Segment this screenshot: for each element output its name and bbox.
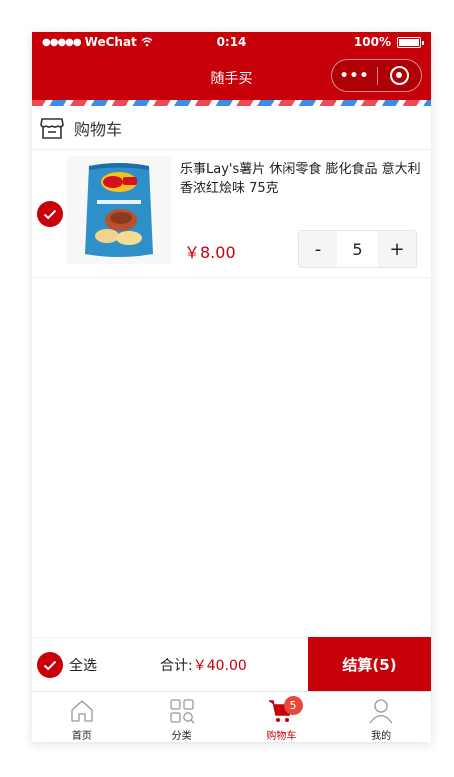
decrease-quantity-button[interactable]: - <box>299 231 337 267</box>
cart-header: 购物车 <box>32 106 431 150</box>
battery-percent: 100% <box>353 35 391 49</box>
store-icon <box>40 117 64 139</box>
tab-label: 分类 <box>171 731 192 742</box>
chips-bag-image <box>85 163 153 257</box>
checkout-button[interactable]: 结算(5) <box>308 637 431 692</box>
tab-cart[interactable]: 5 购物车 <box>232 692 332 742</box>
category-icon <box>169 699 195 724</box>
check-icon <box>43 209 57 219</box>
tab-label: 首页 <box>71 731 92 742</box>
capsule-close-button[interactable] <box>378 66 421 85</box>
user-icon <box>369 699 393 724</box>
select-all-checkbox[interactable] <box>37 652 63 678</box>
check-icon <box>43 660 57 670</box>
cart-title: 购物车 <box>74 119 123 139</box>
product-name[interactable]: 乐事Lay's薯片 休闲零食 膨化食品 意大利香浓红烩味 75克 <box>180 160 424 198</box>
phone-frame: ●●●●● WeChat 0:14 100% 随手买 ••• 购物车 乐事Lay… <box>32 32 431 742</box>
cart-item[interactable]: 乐事Lay's薯片 休闲零食 膨化食品 意大利香浓红烩味 75克 ￥8.00 -… <box>32 150 431 278</box>
total-value: ￥40.00 <box>192 658 247 674</box>
checkout-bar: 全选 合计:￥40.00 结算(5) <box>32 637 431 692</box>
tab-profile[interactable]: 我的 <box>331 692 431 742</box>
nav-bar: 随手买 ••• <box>32 54 431 100</box>
quantity-input[interactable]: 5 <box>337 231 378 267</box>
quantity-stepper: - 5 + <box>298 230 417 268</box>
product-price: ￥8.00 <box>184 243 236 262</box>
item-select-checkbox[interactable] <box>37 201 63 227</box>
select-all-label[interactable]: 全选 <box>69 655 97 675</box>
cart-count-badge: 5 <box>283 696 303 715</box>
total-label: 合计: <box>160 658 193 674</box>
battery-icon <box>397 36 424 48</box>
total-summary: 合计:￥40.00 <box>160 655 247 675</box>
tab-category[interactable]: 分类 <box>132 692 232 742</box>
tab-bar: 首页 分类 5 购物车 我的 <box>32 691 431 742</box>
ellipsis-icon[interactable]: ••• <box>332 68 377 84</box>
tab-home[interactable]: 首页 <box>32 692 132 742</box>
miniprogram-capsule: ••• <box>331 59 422 92</box>
target-icon <box>390 66 409 85</box>
tab-label: 我的 <box>371 731 392 742</box>
product-image[interactable] <box>67 156 171 264</box>
increase-quantity-button[interactable]: + <box>378 231 416 267</box>
home-icon <box>71 700 93 722</box>
status-bar: ●●●●● WeChat 0:14 100% <box>32 32 431 54</box>
status-battery: 100% <box>353 35 424 49</box>
tab-label: 购物车 <box>266 731 297 742</box>
